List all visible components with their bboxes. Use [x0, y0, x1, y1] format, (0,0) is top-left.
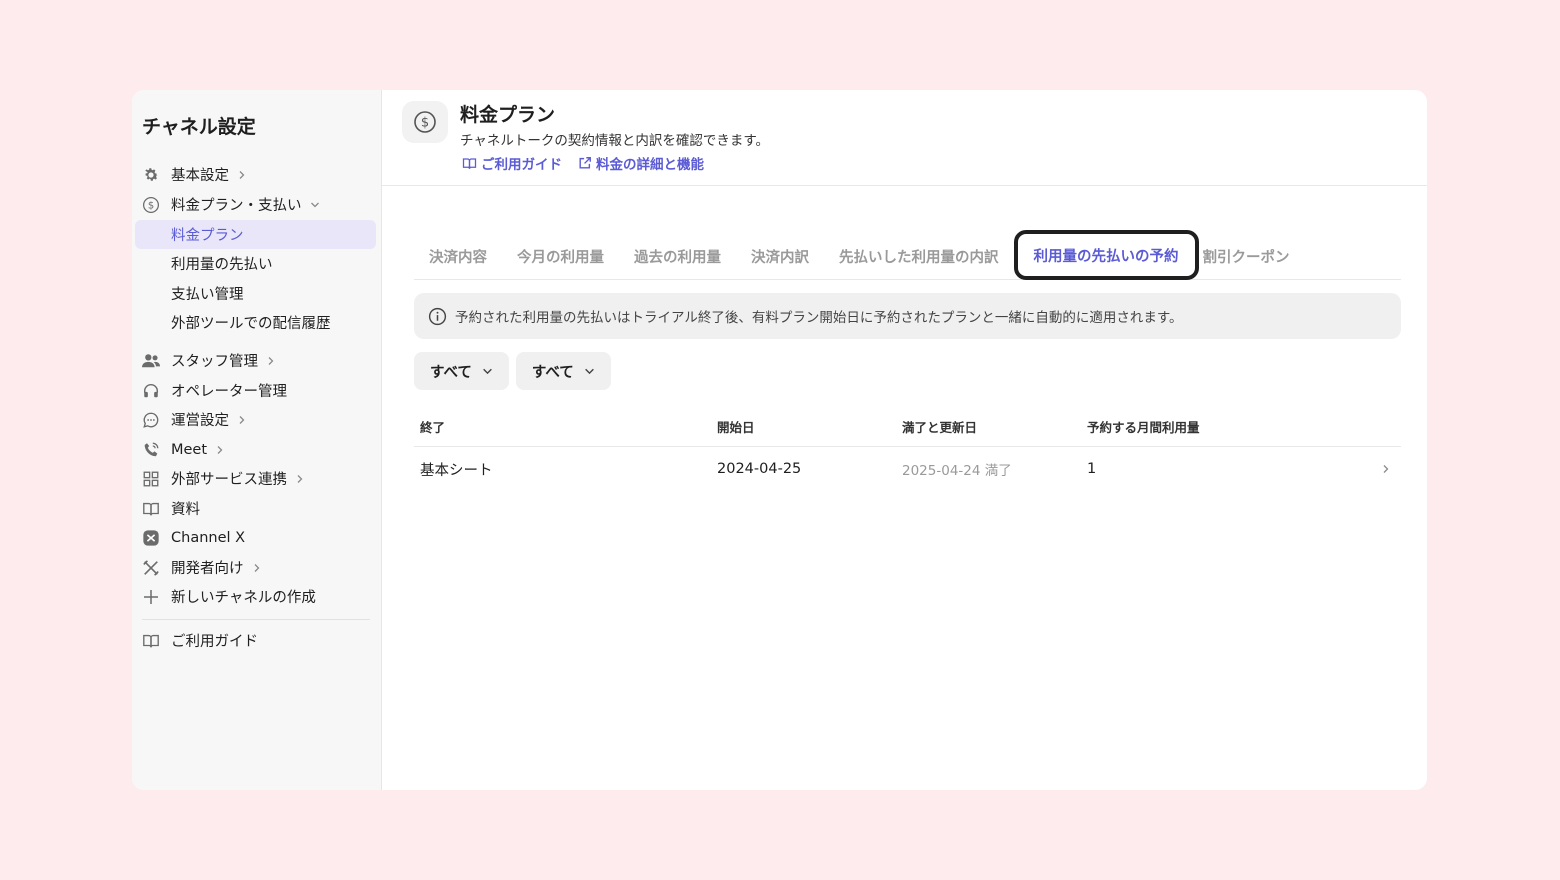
sidebar-item-integrations[interactable]: 外部サービス連携 [135, 464, 376, 493]
plus-icon [141, 587, 161, 607]
cell-monthly-usage: 1 [1087, 461, 1097, 477]
sidebar-item-label: 基本設定 [171, 168, 229, 184]
tab-bar: 決済内容 今月の利用量 過去の利用量 決済内訳 先払いした利用量の内訳 利用量の… [414, 230, 1401, 280]
column-header: 終了 [420, 419, 446, 435]
sidebar-item-label: 外部ツールでの配信履歴 [171, 316, 331, 332]
channel-x-icon [141, 528, 161, 548]
sidebar-item-label: スタッフ管理 [171, 354, 258, 370]
sidebar-item-label: 新しいチャネルの作成 [171, 590, 316, 606]
chat-bubble-icon [141, 410, 161, 430]
page-title: 料金プラン [460, 104, 556, 126]
chevron-down-icon [584, 366, 595, 377]
tab-prepay-reservation[interactable]: 利用量の先払いの予約 [1013, 230, 1199, 280]
header-links: ご利用ガイド 料金の詳細と機能 [462, 153, 704, 173]
filter-bar: すべて すべて [414, 352, 611, 390]
sidebar-item-label: 運営設定 [171, 413, 229, 429]
sidebar-item-label: ご利用ガイド [171, 634, 258, 650]
tab-prepaid-breakdown[interactable]: 先払いした利用量の内訳 [824, 233, 1014, 279]
info-notice-text: 予約された利用量の先払いはトライアル終了後、有料プラン開始日に予約されたプランと… [455, 310, 1183, 326]
sidebar-item-resources[interactable]: 資料 [135, 494, 376, 523]
table-row[interactable]: 基本シート 2024-04-25 2025-04-24 満了 1 [414, 447, 1401, 491]
sidebar-item-prepay[interactable]: 利用量の先払い [135, 249, 376, 278]
sidebar-item-label: Channel X [171, 529, 246, 546]
settings-window: チャネル設定 基本設定 $ 料金プラン・支払い 料金プラン 利用量の先払い 支払… [132, 90, 1427, 790]
svg-text:$: $ [148, 200, 154, 211]
sidebar-item-external-history[interactable]: 外部ツールでの配信履歴 [135, 308, 376, 337]
page-description: チャネルトークの契約情報と内訳を確認できます。 [460, 133, 770, 149]
dollar-circle-icon: $ [141, 195, 161, 215]
sidebar-item-channel-x[interactable]: Channel X [135, 523, 376, 552]
people-icon [141, 351, 161, 371]
table-header: 終了 開始日 満了と更新日 予約する月間利用量 [414, 406, 1401, 447]
main-content: $ 料金プラン チャネルトークの契約情報と内訳を確認できます。 ご利用ガイド 料… [382, 90, 1427, 790]
cell-name: 基本シート [420, 462, 493, 479]
sidebar-item-label: 支払い管理 [171, 287, 244, 303]
sidebar-divider [142, 619, 370, 620]
phone-icon [141, 440, 161, 460]
chevron-right-icon [237, 415, 247, 425]
sidebar-item-meet[interactable]: Meet [135, 435, 376, 464]
sidebar-item-label: 料金プラン・支払い [171, 198, 302, 214]
sidebar-item-basic-settings[interactable]: 基本設定 [135, 160, 376, 189]
tools-icon [141, 558, 161, 578]
sidebar-item-payment-management[interactable]: 支払い管理 [135, 279, 376, 308]
grid-icon [141, 469, 161, 489]
sidebar-item-label: Meet [171, 441, 208, 458]
sidebar-item-operator[interactable]: オペレーター管理 [135, 376, 376, 405]
book-icon [141, 499, 161, 519]
sidebar-title: チャネル設定 [142, 116, 256, 138]
sidebar-item-label: 利用量の先払い [171, 257, 273, 273]
sidebar-item-operations[interactable]: 運営設定 [135, 405, 376, 434]
tab-payment-details[interactable]: 決済内容 [414, 233, 502, 279]
sidebar-item-developers[interactable]: 開発者向け [135, 553, 376, 582]
sidebar-item-guide[interactable]: ご利用ガイド [135, 626, 376, 655]
chevron-right-icon [266, 356, 276, 366]
dollar-circle-icon: $ [402, 101, 448, 143]
cell-start-date: 2024-04-25 [717, 461, 802, 477]
filter-dropdown-1[interactable]: すべて [414, 352, 509, 390]
chevron-right-icon [215, 445, 225, 455]
chevron-down-icon [310, 200, 320, 210]
sidebar-item-label: 料金プラン [171, 228, 244, 244]
sidebar-item-label: オペレーター管理 [171, 384, 287, 400]
svg-text:$: $ [421, 116, 429, 131]
page-header: $ 料金プラン チャネルトークの契約情報と内訳を確認できます。 ご利用ガイド 料… [382, 90, 1427, 186]
chevron-right-icon [252, 563, 262, 573]
chevron-right-icon [1381, 464, 1401, 474]
guide-link[interactable]: ご利用ガイド [462, 153, 562, 173]
chevron-right-icon [237, 170, 247, 180]
gear-icon [141, 165, 161, 185]
cell-expiry: 2025-04-24 満了 [902, 463, 1012, 479]
column-header: 予約する月間利用量 [1087, 419, 1200, 435]
sidebar-item-label: 外部サービス連携 [171, 472, 287, 488]
pricing-details-link[interactable]: 料金の詳細と機能 [578, 153, 704, 173]
sidebar-item-new-channel[interactable]: 新しいチャネルの作成 [135, 582, 376, 611]
column-header: 満了と更新日 [902, 419, 978, 435]
chevron-right-icon [295, 474, 305, 484]
external-link-icon [578, 156, 592, 170]
filter-dropdown-2[interactable]: すべて [515, 352, 611, 390]
sidebar-item-staff[interactable]: スタッフ管理 [135, 346, 376, 375]
reservation-table: 終了 開始日 満了と更新日 予約する月間利用量 基本シート 2024-04-25… [414, 406, 1401, 491]
column-header: 開始日 [717, 419, 755, 435]
sidebar-item-label: 開発者向け [171, 561, 244, 577]
filter-label: すべて [430, 364, 472, 381]
tab-this-month-usage[interactable]: 今月の利用量 [502, 233, 619, 279]
tab-payment-breakdown[interactable]: 決済内訳 [736, 233, 824, 279]
filter-label: すべて [531, 364, 574, 381]
sidebar: チャネル設定 基本設定 $ 料金プラン・支払い 料金プラン 利用量の先払い 支払… [132, 90, 382, 790]
sidebar-item-plan-payment[interactable]: $ 料金プラン・支払い [135, 190, 376, 219]
headset-icon [141, 381, 161, 401]
chevron-down-icon [482, 366, 493, 377]
sidebar-item-label: 資料 [171, 502, 200, 518]
book-icon [141, 631, 161, 651]
book-icon [462, 156, 477, 171]
tab-discount-coupon[interactable]: 割引クーポン [1199, 233, 1305, 279]
info-notice: 予約された利用量の先払いはトライアル終了後、有料プラン開始日に予約されたプランと… [414, 293, 1401, 339]
info-icon [428, 307, 447, 326]
pricing-details-link-label: 料金の詳細と機能 [596, 157, 704, 173]
sidebar-item-pricing-plan[interactable]: 料金プラン [135, 220, 376, 249]
tab-past-usage[interactable]: 過去の利用量 [619, 233, 736, 279]
guide-link-label: ご利用ガイド [481, 157, 562, 173]
